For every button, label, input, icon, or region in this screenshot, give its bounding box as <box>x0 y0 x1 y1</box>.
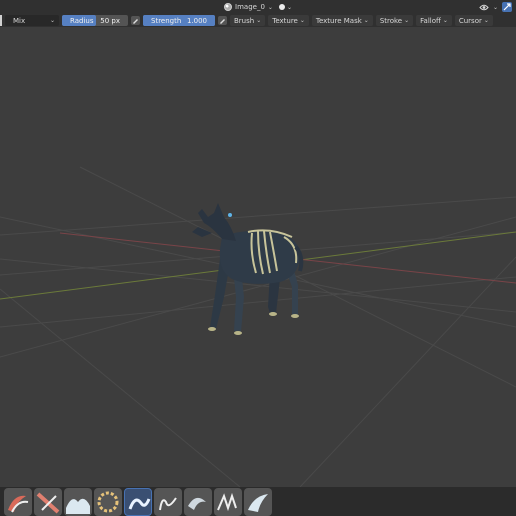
menu-cursor-label: Cursor <box>458 16 482 25</box>
brush-mask-icon[interactable] <box>154 487 182 516</box>
image-name: Image_0 <box>235 3 265 11</box>
chevron-down-icon: ⌄ <box>49 17 55 24</box>
menu-stroke-label: Stroke <box>379 16 403 25</box>
chevron-down-icon: ⌄ <box>286 3 292 11</box>
menu-falloff-label: Falloff <box>420 16 441 25</box>
radius-field[interactable]: Radius 50 px <box>62 15 128 26</box>
dog-model <box>192 203 304 335</box>
viewport-canvas <box>0 166 516 487</box>
brush-smear-icon[interactable] <box>64 487 92 516</box>
strength-label: Strength <box>151 16 182 25</box>
chevron-down-icon: ⌄ <box>483 17 489 24</box>
brush-blur-icon[interactable] <box>184 487 212 516</box>
menu-texture-mask-label: Texture Mask <box>315 16 362 25</box>
brush-strokes-icon[interactable] <box>214 487 242 516</box>
floor-grid <box>0 166 516 487</box>
dot-icon <box>278 4 285 10</box>
chevron-down-icon: ⌄ <box>256 17 262 24</box>
menu-brush[interactable]: Brush ⌄ <box>230 15 266 26</box>
menu-stroke[interactable]: Stroke ⌄ <box>375 15 414 26</box>
brush-draw-icon[interactable] <box>4 487 32 516</box>
blend-mode-select[interactable]: Mix ⌄ <box>5 15 59 26</box>
brush-wave-icon[interactable] <box>244 487 272 516</box>
tool-settings-bar: Mix ⌄ Radius 50 px Strength 1.000 Brush ⌄… <box>0 14 516 27</box>
display-mode-toggle[interactable]: ⌄ <box>278 3 292 11</box>
menu-texture-mask[interactable]: Texture Mask ⌄ <box>311 15 373 26</box>
panel-edge <box>0 15 2 26</box>
blend-mode-value: Mix <box>13 16 26 25</box>
menu-falloff[interactable]: Falloff ⌄ <box>416 15 452 26</box>
chevron-down-icon: ⌄ <box>404 17 410 24</box>
chevron-down-icon: ⌄ <box>442 17 448 24</box>
radius-label: Radius <box>70 16 94 25</box>
menu-texture[interactable]: Texture ⌄ <box>268 15 309 26</box>
strength-field[interactable]: Strength 1.000 <box>143 15 215 26</box>
menu-texture-label: Texture <box>272 16 298 25</box>
brush-shelf <box>0 487 516 516</box>
chevron-down-icon: ⌄ <box>363 17 369 24</box>
chevron-down-icon: ⌄ <box>267 3 273 11</box>
globe-icon <box>224 3 233 11</box>
navigation-gizmo-icon[interactable] <box>502 2 512 12</box>
radius-value: 50 px <box>100 16 120 25</box>
menu-brush-label: Brush <box>234 16 255 25</box>
menu-cursor[interactable]: Cursor ⌄ <box>454 15 493 26</box>
brush-fill-icon[interactable] <box>124 487 152 516</box>
strength-pressure-icon[interactable] <box>218 16 227 25</box>
brush-clone-icon[interactable] <box>94 487 122 516</box>
image-selector[interactable]: Image_0 ⌄ <box>224 3 273 11</box>
chevron-down-icon[interactable]: ⌄ <box>493 4 498 11</box>
3d-viewport[interactable] <box>0 27 516 487</box>
chevron-down-icon: ⌄ <box>299 17 305 24</box>
strength-value: 1.000 <box>186 16 207 25</box>
brush-soften-icon[interactable] <box>34 487 62 516</box>
header-bar: Image_0 ⌄ ⌄ ⌄ <box>0 0 516 14</box>
visibility-icon[interactable] <box>479 3 489 12</box>
radius-pressure-icon[interactable] <box>131 16 140 25</box>
